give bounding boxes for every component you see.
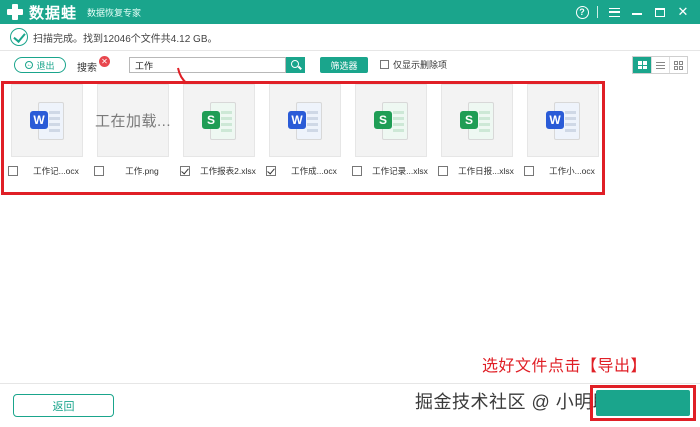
file-checkbox[interactable] xyxy=(438,166,448,176)
clear-search-icon[interactable]: ✕ xyxy=(99,56,110,67)
excel-sheet-icon: S xyxy=(374,101,408,140)
file-item[interactable]: W 工作成...ocx xyxy=(266,84,341,177)
app-subtitle: 数据恢复专家 xyxy=(87,7,142,18)
app-title: 数据蛙 xyxy=(29,4,78,22)
file-item[interactable]: S 工作报表2.xlsx xyxy=(180,84,256,177)
list-icon xyxy=(656,61,665,69)
close-button[interactable]: ✕ xyxy=(672,2,694,22)
file-thumbnail: S xyxy=(183,84,255,157)
minimize-button[interactable] xyxy=(626,2,648,22)
word-doc-icon: W xyxy=(546,101,580,140)
file-item[interactable]: 工在加载... 工作.png xyxy=(94,84,172,177)
check-circle-icon xyxy=(10,28,28,46)
show-deleted-only-checkbox[interactable] xyxy=(380,60,389,69)
annotation-highlight-box xyxy=(590,385,696,421)
divider xyxy=(0,383,700,384)
toolbar: ← 退出 搜索 ✕ 筛选器 仅显示删除项 xyxy=(0,53,700,77)
file-item[interactable]: S 工作记录...xlsx xyxy=(352,84,428,177)
file-item[interactable]: W 工作小...ocx xyxy=(524,84,599,177)
file-checkbox[interactable] xyxy=(180,166,190,176)
show-deleted-only-option[interactable]: 仅显示删除项 xyxy=(380,58,447,71)
divider xyxy=(597,6,598,18)
help-icon: ? xyxy=(575,5,589,19)
thumbnail-view-button[interactable] xyxy=(633,57,651,73)
help-button[interactable]: ? xyxy=(571,2,593,22)
maximize-button[interactable] xyxy=(649,2,671,22)
file-thumbnail: W xyxy=(11,84,83,157)
exit-button[interactable]: ← 退出 xyxy=(14,57,66,73)
menu-icon xyxy=(608,7,620,17)
excel-sheet-icon: S xyxy=(202,101,236,140)
menu-button[interactable] xyxy=(603,2,625,22)
window-controls: ? ✕ xyxy=(570,2,694,22)
title-bar: 数据蛙 数据恢复专家 ? ✕ xyxy=(0,0,700,24)
divider xyxy=(0,50,700,51)
filter-button[interactable]: 筛选器 xyxy=(320,57,368,73)
word-doc-icon: W xyxy=(288,101,322,140)
grid-icon xyxy=(637,61,647,69)
file-checkbox[interactable] xyxy=(94,166,104,176)
file-thumbnail: S xyxy=(355,84,427,157)
loading-placeholder: 工在加载... xyxy=(95,113,172,130)
search-label: 搜索 xyxy=(77,63,97,74)
excel-sheet-icon: S xyxy=(460,101,494,140)
word-doc-icon: W xyxy=(30,101,64,140)
file-checkbox[interactable] xyxy=(266,166,276,176)
scan-status: 扫描完成。找到12046个文件共4.12 GB。 xyxy=(10,27,218,47)
file-checkbox[interactable] xyxy=(352,166,362,176)
list-view-button[interactable] xyxy=(651,57,669,73)
close-icon: ✕ xyxy=(677,4,689,19)
file-checkbox[interactable] xyxy=(524,166,534,176)
app-logo: 数据蛙 xyxy=(6,2,77,23)
file-thumbnail: S xyxy=(441,84,513,157)
search-button[interactable] xyxy=(286,57,305,73)
file-thumbnail: 工在加载... xyxy=(95,84,172,157)
file-thumbnail: W xyxy=(527,84,599,157)
file-name: 工作日报...xlsx xyxy=(458,166,514,176)
file-checkbox[interactable] xyxy=(8,166,18,176)
minimize-icon xyxy=(632,13,642,15)
annotation-text: 选好文件点击【导出】 xyxy=(482,358,648,375)
file-name: 工作小...ocx xyxy=(549,166,595,176)
file-name: 工作成...ocx xyxy=(291,166,337,176)
back-button[interactable]: 返回 xyxy=(13,394,114,417)
file-thumbnail: W xyxy=(269,84,341,157)
back-arrow-icon: ← xyxy=(25,61,34,69)
file-name: 工作记...ocx xyxy=(33,166,79,176)
detail-view-button[interactable] xyxy=(669,57,687,73)
file-item[interactable]: S 工作日报...xlsx xyxy=(438,84,514,177)
file-item[interactable]: W 工作记...ocx xyxy=(8,84,83,177)
file-name: 工作报表2.xlsx xyxy=(200,166,256,176)
exit-button-label: 退出 xyxy=(36,60,55,71)
cross-logo-icon xyxy=(6,3,24,21)
scan-status-text: 扫描完成。找到12046个文件共4.12 GB。 xyxy=(33,33,218,45)
show-deleted-only-label: 仅显示删除项 xyxy=(393,60,448,70)
search-icon xyxy=(290,60,299,68)
file-name: 工作记录...xlsx xyxy=(372,166,428,176)
view-mode-switcher xyxy=(632,56,688,74)
detail-grid-icon xyxy=(674,60,683,70)
file-name: 工作.png xyxy=(125,166,159,176)
maximize-icon xyxy=(655,7,665,17)
